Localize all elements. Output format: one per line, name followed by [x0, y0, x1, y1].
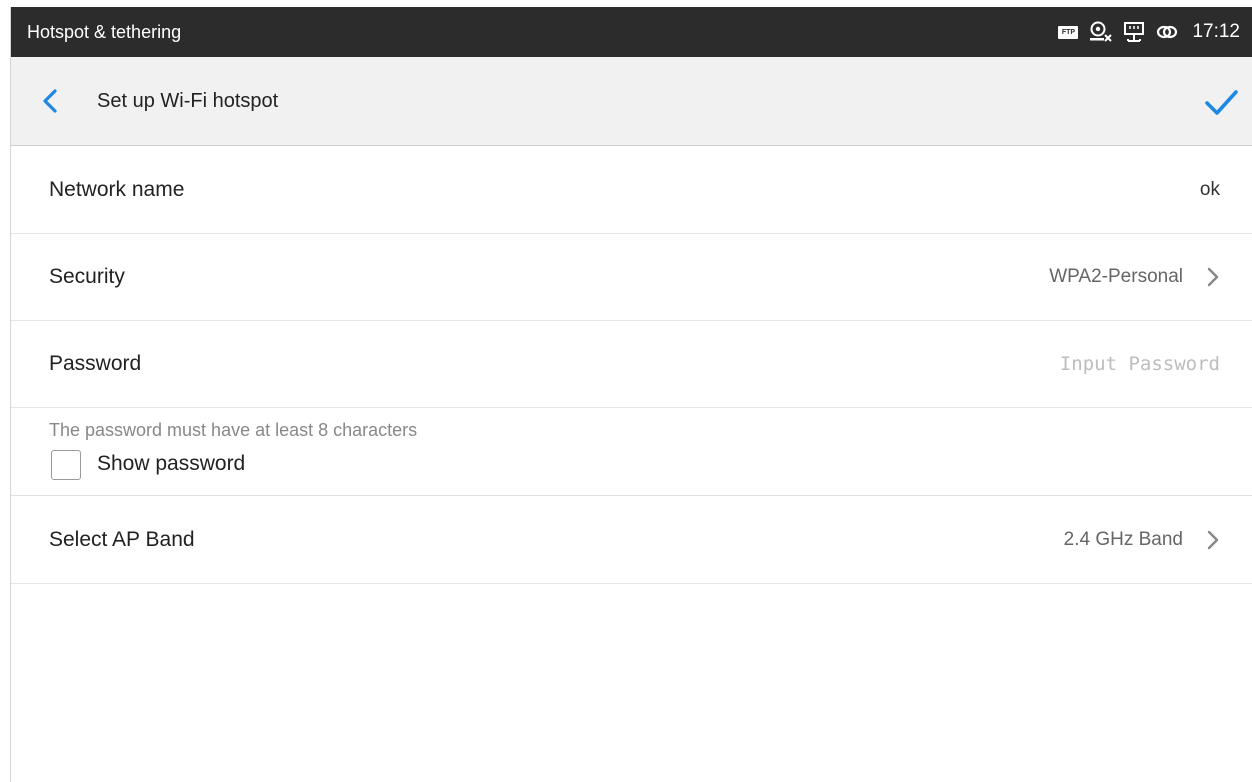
- password-hint: The password must have at least 8 charac…: [49, 420, 418, 440]
- chevron-right-icon: [1207, 267, 1219, 287]
- device-screen: Hotspot & tethering FTP 17:12 Set up Wi-…: [10, 7, 1252, 782]
- ap-band-label: Select AP Band: [49, 528, 195, 551]
- show-password-checkbox[interactable]: [51, 450, 81, 480]
- chevron-right-icon: [1207, 530, 1219, 550]
- security-value: WPA2-Personal: [1049, 266, 1183, 287]
- status-bar-clock: 17:12: [1192, 21, 1240, 42]
- show-password-label[interactable]: Show password: [97, 452, 245, 476]
- app-toolbar: Set up Wi-Fi hotspot: [11, 57, 1252, 146]
- security-label: Security: [49, 265, 125, 288]
- password-row: Password Input Password: [11, 321, 1252, 408]
- password-label: Password: [49, 352, 142, 375]
- status-bar-app-title: Hotspot & tethering: [27, 22, 182, 42]
- network-name-row[interactable]: Network name ok: [11, 146, 1252, 234]
- ftp-icon: FTP: [1058, 25, 1079, 39]
- page-title: Set up Wi-Fi hotspot: [97, 90, 279, 112]
- status-bar-icons: FTP 17:12: [1058, 7, 1240, 57]
- webcam-off-icon: [1090, 21, 1113, 42]
- status-bar: Hotspot & tethering FTP 17:12: [11, 7, 1252, 57]
- password-input[interactable]: Input Password: [1060, 321, 1220, 407]
- screenshot-frame: Hotspot & tethering FTP 17:12 Set up Wi-…: [0, 0, 1252, 782]
- security-row[interactable]: Security WPA2-Personal: [11, 234, 1252, 321]
- checkmark-icon[interactable]: [1201, 82, 1241, 122]
- back-arrow-icon[interactable]: [35, 85, 67, 117]
- ap-band-value: 2.4 GHz Band: [1063, 529, 1183, 550]
- ethernet-icon: [1124, 22, 1145, 42]
- network-name-label: Network name: [49, 178, 185, 201]
- link-icon: [1157, 25, 1178, 39]
- network-name-value: ok: [1199, 179, 1220, 200]
- ap-band-row[interactable]: Select AP Band 2.4 GHz Band: [11, 496, 1252, 584]
